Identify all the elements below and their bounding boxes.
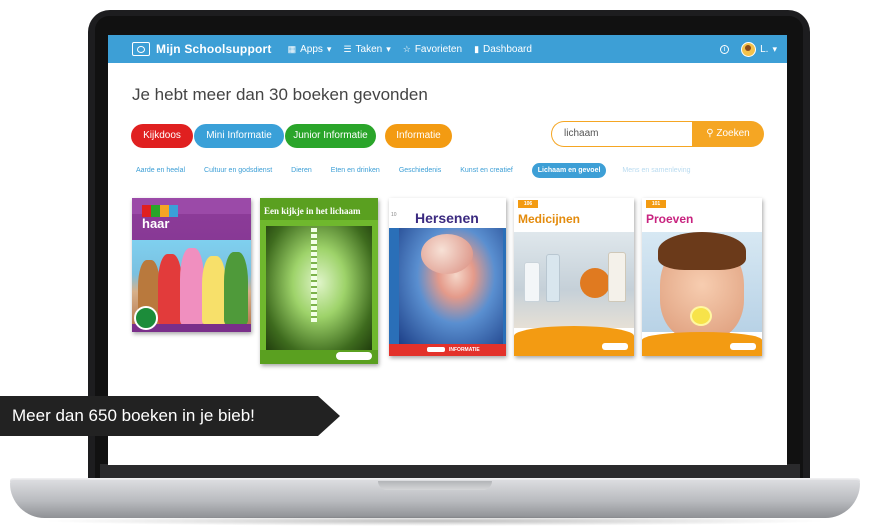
laptop-shadow [40,516,830,526]
nav-apps[interactable]: ▦ Apps ▾ [288,44,332,55]
subject-nav: Aarde en heelal Cultuur en godsdienst Di… [136,163,710,178]
bottle-illustration [546,254,560,302]
child-figure [202,256,226,326]
page-title: Je hebt meer dan 30 boeken gevonden [132,85,428,104]
series-label: INFORMATIE [449,347,480,353]
brand[interactable]: Mijn Schoolsupport [132,42,272,56]
category-junior-informatie-button[interactable]: Junior Informatie [285,124,376,148]
subject-geschiedenis[interactable]: Geschiedenis [399,167,441,174]
caret-down-icon: ▾ [772,43,777,54]
child-figure [158,254,182,326]
search-icon: ⚲ [706,128,714,139]
schoolsupport-logo-icon [132,42,150,56]
hair-illustration [658,232,746,270]
nav-favorieten[interactable]: ☆ Favorieten [403,44,462,55]
book-title: Medicijnen [518,212,581,226]
category-kijkdoos-button[interactable]: Kijkdoos [131,124,193,148]
search-button-label: Zoeken [716,128,750,139]
user-name: L. [760,43,769,55]
search-input[interactable]: lichaam [551,121,692,147]
brand-name: Mijn Schoolsupport [156,42,272,56]
nav-taken-label: Taken [355,43,383,55]
subject-cultuur-en-godsdienst[interactable]: Cultuur en godsdienst [204,167,272,174]
child-figure [224,252,248,326]
avatar [741,41,757,57]
book-illustration [514,232,634,328]
promo-banner-text: Meer dan 650 boeken in je bieb! [12,406,255,425]
stage: Mijn Schoolsupport ▦ Apps ▾ ☰ Taken ▾ ☆ … [0,0,870,532]
info-icon[interactable]: i [720,44,730,54]
book-number: 106 [518,200,538,208]
book-title: Hersenen [415,210,479,226]
bottle-illustration [524,262,540,302]
nav-apps-label: Apps [300,43,323,55]
book-cover-hersenen[interactable]: 10 Hersenen INFORMATIE [389,198,506,356]
subject-mens-en-samenleving[interactable]: Mens en samenleving [622,167,690,174]
book-cover-haar[interactable]: haar [132,198,251,332]
book-illustration [266,226,372,352]
bottle-illustration [608,252,626,302]
subject-lichaam-en-gevoel[interactable]: Lichaam en gevoel [531,163,607,178]
publisher-logo-icon [336,352,372,360]
user-menu[interactable]: L. ▾ [741,41,777,57]
laptop-notch [378,481,492,490]
book-title: haar [142,216,170,231]
book-footer [514,326,634,356]
publisher-logo-icon [427,347,445,352]
navbar: Mijn Schoolsupport ▦ Apps ▾ ☰ Taken ▾ ☆ … [108,35,787,63]
xray-spine [311,228,317,322]
caret-down-icon: ▾ [386,43,391,54]
subject-eten-en-drinken[interactable]: Eten en drinken [331,167,380,174]
pill-jar-illustration [580,268,610,298]
book-title: Proeven [646,212,694,226]
book-title: Een kijkje in het lichaam [264,206,361,216]
list-icon: ☰ [343,43,352,54]
grid-icon: ▦ [287,43,297,54]
book-cover-proeven[interactable]: 101 Proeven [642,198,762,356]
book-number: 10 [391,212,397,218]
bar-chart-icon: ▮ [474,43,480,54]
category-mini-informatie-button[interactable]: Mini Informatie [194,124,284,148]
book-cover-medicijnen[interactable]: 106 Medicijnen [514,198,634,356]
brain-illustration [421,234,473,274]
publisher-logo-icon [730,343,756,350]
series-badge-icon [134,306,158,330]
series-letters [142,204,178,217]
promo-banner: Meer dan 650 boeken in je bieb! [0,396,340,436]
subject-aarde-en-heelal[interactable]: Aarde en heelal [136,167,185,174]
nav-dashboard-label: Dashboard [483,43,532,55]
category-informatie-button[interactable]: Informatie [385,124,452,148]
subject-dieren[interactable]: Dieren [291,167,312,174]
book-footer [389,344,506,356]
star-icon: ☆ [402,43,411,54]
book-number: 101 [646,200,666,208]
subject-kunst-en-creatief[interactable]: Kunst en creatief [460,167,513,174]
publisher-logo-icon [602,343,628,350]
caret-down-icon: ▾ [326,43,332,54]
child-figure [180,248,204,326]
nav-dashboard[interactable]: ▮ Dashboard [474,44,532,55]
promo-banner-arrow [318,396,340,436]
search-button[interactable]: ⚲ Zoeken [692,121,764,147]
book-cover-een-kijkje-in-het-lichaam[interactable]: Een kijkje in het lichaam [260,198,378,364]
book-illustration [642,232,762,340]
nav-favorieten-label: Favorieten [414,43,463,55]
nav-taken[interactable]: ☰ Taken ▾ [343,44,390,55]
lemon-illustration [690,306,712,326]
nav-right: i L. ▾ [720,41,777,57]
